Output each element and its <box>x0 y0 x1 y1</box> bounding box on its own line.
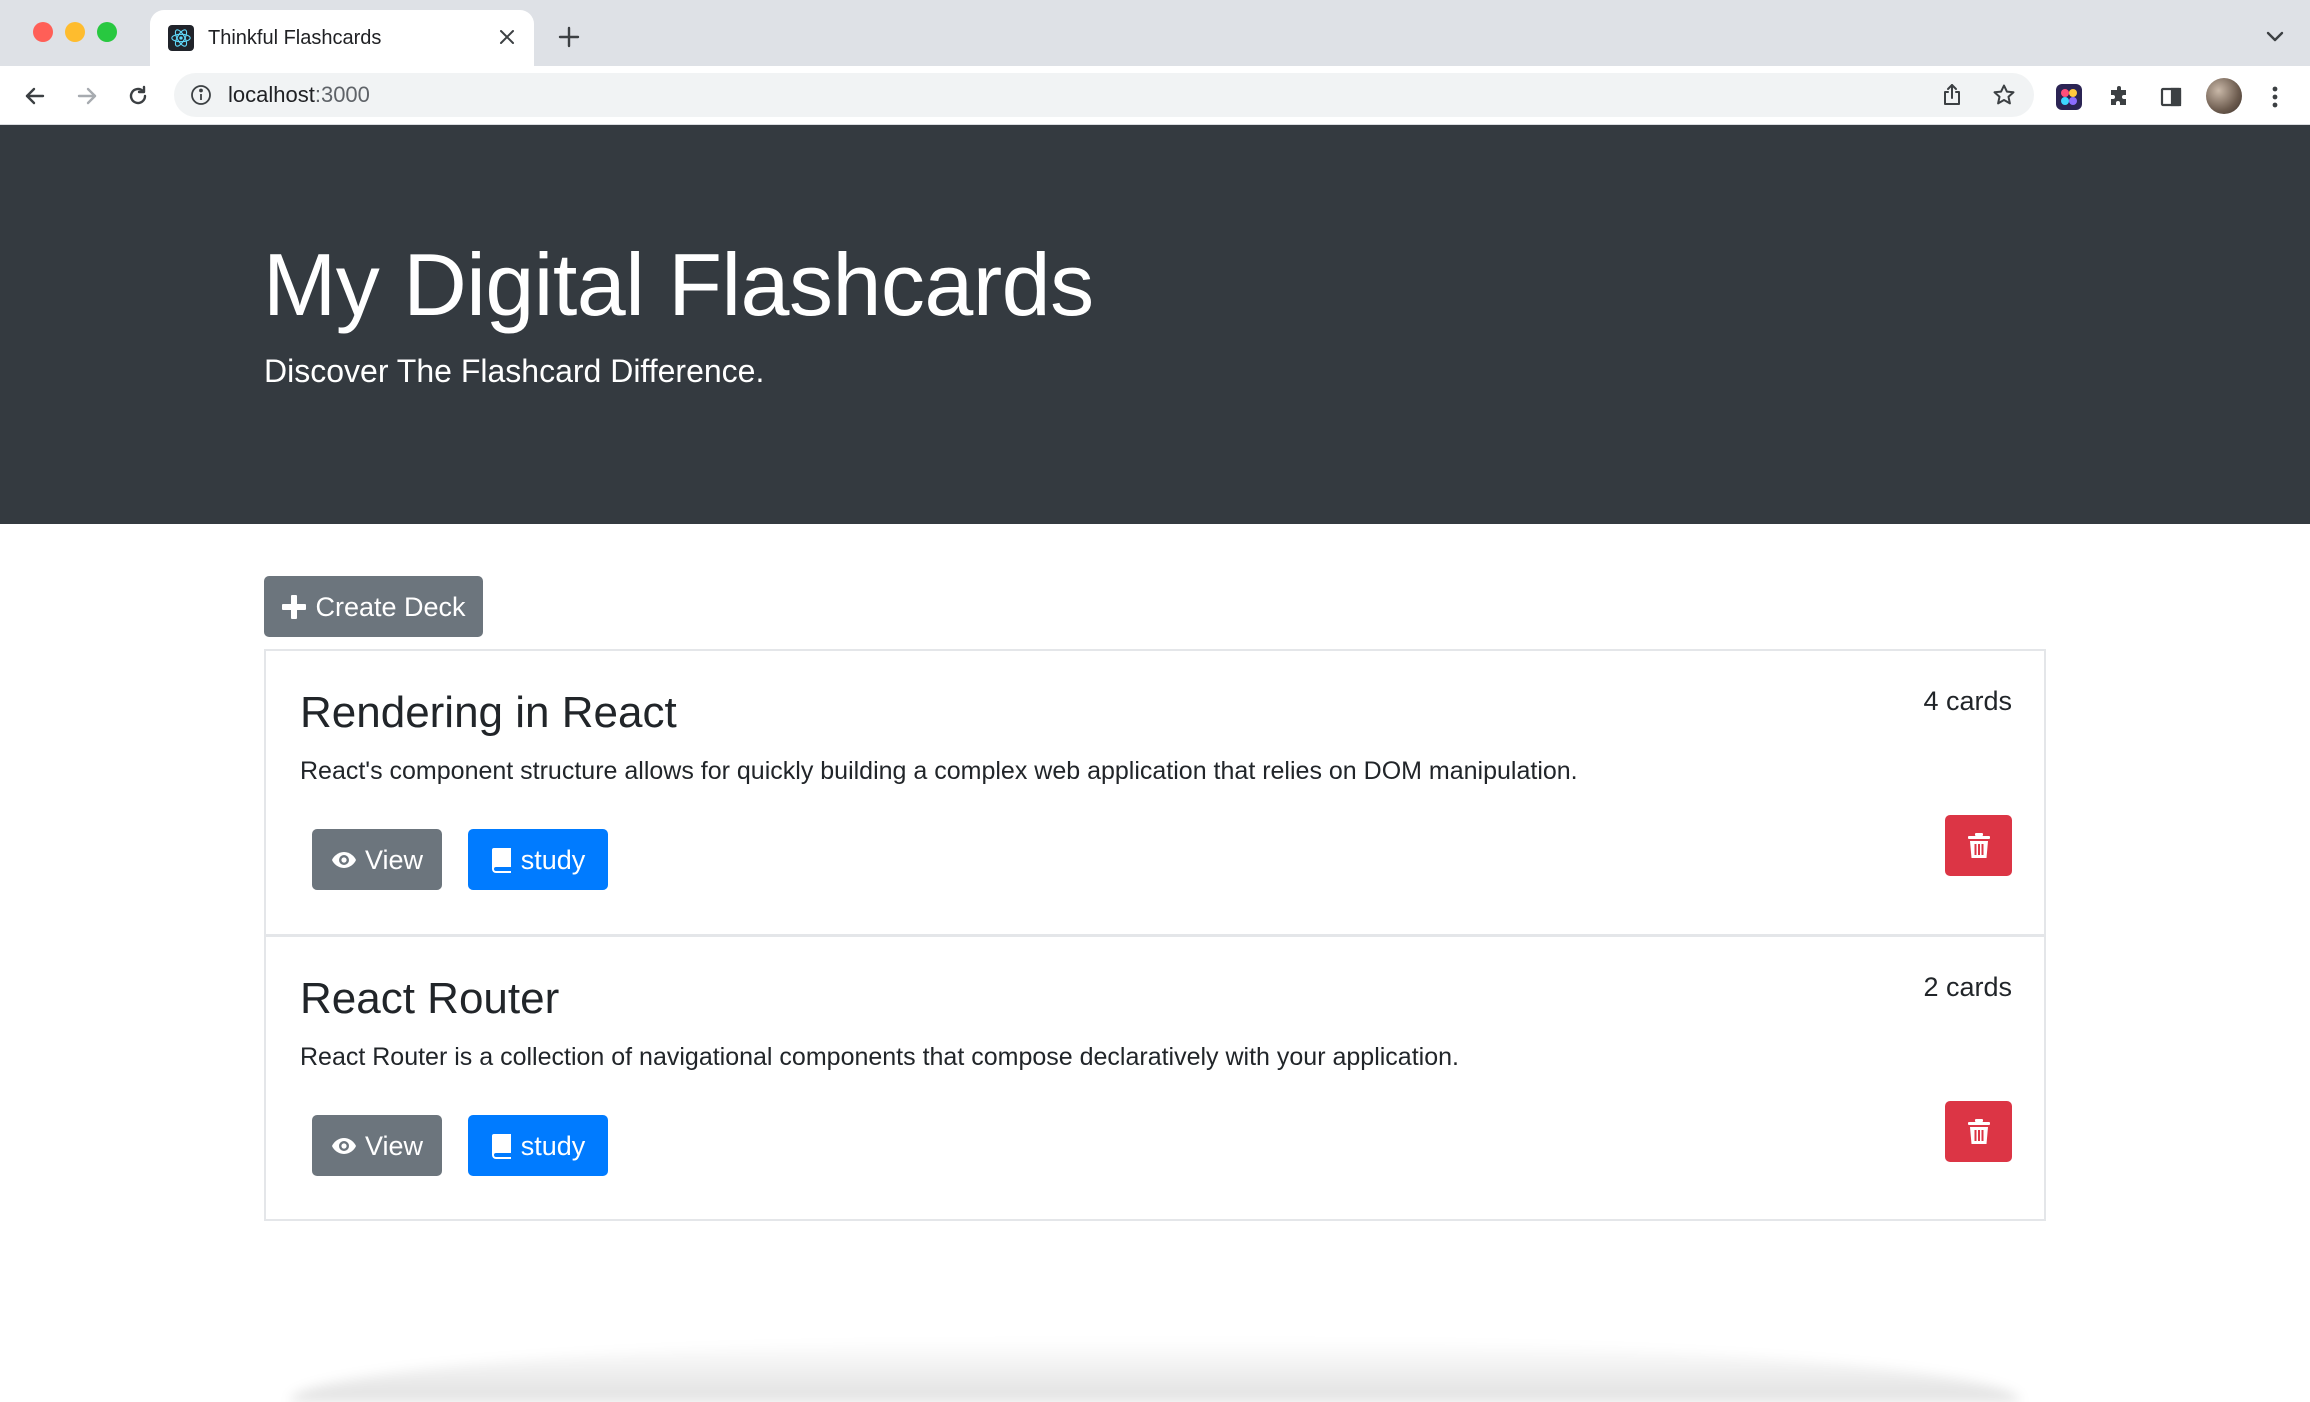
deck-card: Rendering in React 4 cards React's compo… <box>264 649 2046 936</box>
new-tab-plus-icon[interactable] <box>554 22 584 52</box>
deck-description: React Router is a collection of navigati… <box>300 1043 1459 1071</box>
delete-deck-button[interactable] <box>1945 1101 2012 1162</box>
study-label: study <box>520 844 586 875</box>
view-deck-button[interactable]: View <box>312 1115 442 1176</box>
hero-banner: My Digital Flashcards Discover The Flash… <box>0 125 2310 524</box>
deck-name: React Router <box>300 974 560 1023</box>
window-close-button[interactable] <box>33 22 53 42</box>
trash-icon <box>1967 832 1990 858</box>
address-bar[interactable]: localhost:3000 <box>174 73 2034 117</box>
browser-toolbar: localhost:3000 <box>0 66 2310 125</box>
book-icon <box>491 1133 511 1159</box>
side-panel-icon[interactable] <box>2156 82 2186 112</box>
plus-icon <box>282 594 307 619</box>
create-deck-label: Create Deck <box>315 591 466 622</box>
tab-title: Thinkful Flashcards <box>208 27 382 49</box>
study-deck-button[interactable]: study <box>468 829 608 890</box>
more-menu-icon[interactable] <box>2260 82 2290 112</box>
deck-name: Rendering in React <box>300 688 677 737</box>
view-label: View <box>364 1130 424 1161</box>
bottom-shadow <box>290 1340 2020 1402</box>
deck-description: React's component structure allows for q… <box>300 757 1578 785</box>
back-arrow-icon[interactable] <box>18 79 52 113</box>
reload-icon[interactable] <box>121 79 155 113</box>
book-icon <box>491 847 511 873</box>
url-port: :3000 <box>314 82 370 107</box>
extension-app-icon[interactable] <box>2054 82 2084 112</box>
study-deck-button[interactable]: study <box>468 1115 608 1176</box>
eye-icon <box>331 1137 356 1154</box>
url-text[interactable]: localhost:3000 <box>228 82 370 108</box>
star-icon[interactable] <box>1990 81 2018 109</box>
share-icon[interactable] <box>1938 81 1966 109</box>
window-maximize-button[interactable] <box>97 22 117 42</box>
deck-card: React Router 2 cards React Router is a c… <box>264 935 2046 1221</box>
close-icon[interactable] <box>492 22 522 52</box>
study-label: study <box>520 1130 586 1161</box>
view-deck-button[interactable]: View <box>312 829 442 890</box>
deck-card-count: 4 cards <box>1923 686 2012 716</box>
browser-tab[interactable]: Thinkful Flashcards <box>150 10 534 66</box>
info-icon[interactable] <box>188 82 214 108</box>
forward-arrow-icon[interactable] <box>70 79 104 113</box>
puzzle-extensions-icon[interactable] <box>2105 82 2135 112</box>
delete-deck-button[interactable] <box>1945 815 2012 876</box>
trash-icon <box>1967 1118 1990 1144</box>
create-deck-button[interactable]: Create Deck <box>264 576 483 637</box>
window-minimize-button[interactable] <box>65 22 85 42</box>
browser-tabstrip: Thinkful Flashcards <box>0 0 2310 66</box>
chevron-down-icon[interactable] <box>2262 24 2288 50</box>
eye-icon <box>331 851 356 868</box>
view-label: View <box>364 844 424 875</box>
url-host: localhost <box>228 82 315 107</box>
hero-subtitle: Discover The Flashcard Difference. <box>264 353 765 389</box>
hero-title: My Digital Flashcards <box>263 235 1094 334</box>
profile-avatar[interactable] <box>2206 78 2242 114</box>
react-logo-icon <box>168 25 194 51</box>
deck-card-count: 2 cards <box>1923 972 2012 1002</box>
